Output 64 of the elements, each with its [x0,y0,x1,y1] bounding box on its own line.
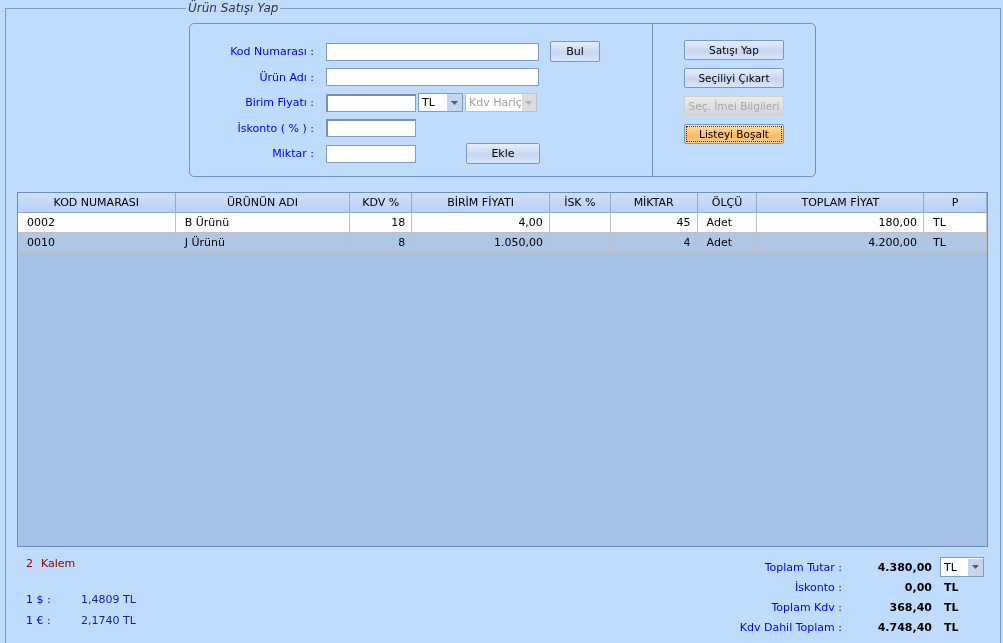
field-label: İskonto ( % ) : [236,121,314,135]
input-field[interactable] [326,93,416,112]
rate-label: 1 $ : [26,593,52,608]
total-label: İskonto : [794,580,842,594]
total-label: Toplam Kdv : [770,600,842,614]
group-title: Ürün Satışı Yap [186,1,281,15]
column-header[interactable]: KDV % [350,193,413,213]
total-value: 4.748,40 [876,620,932,634]
input-field[interactable] [326,42,539,61]
table-cell: TL [924,213,987,233]
rate-value: 2,1740 TL [81,614,136,629]
add-button[interactable]: Ekle [466,143,540,165]
total-value: 368,40 [888,600,932,614]
input-field[interactable] [326,119,416,138]
table-cell: 180,00 [757,213,925,233]
total-currency: TL [943,620,960,634]
column-header[interactable]: BİRİM FİYATI [412,193,550,213]
table-cell: Adet [697,213,758,233]
item-count-label: Kalem [41,557,76,572]
table-cell: 8 [350,233,413,253]
currency-dropdown[interactable]: TL [418,93,463,113]
column-header[interactable]: TOPLAM FİYAT [757,193,925,213]
field-label: Kod Numarası : [229,45,314,59]
table-row[interactable]: 0002 B Ürünü 18 4,00 45 Adet 180,00 TL [18,213,987,233]
total-currency: TL [943,580,960,594]
total-label: Toplam Tutar : [763,560,842,574]
column-header[interactable]: KOD NUMARASI [18,193,176,213]
total-value: 0,00 [903,580,932,594]
field-label: Ürün Adı : [258,70,314,84]
table-cell: 4.200,00 [757,233,925,253]
action-button[interactable]: Listeyi Boşalt [684,124,784,144]
rate-value: 1,4809 TL [81,593,136,608]
column-header[interactable]: ÖLÇÜ [697,193,758,213]
field-label: Birim Fiyatı : [244,96,314,110]
total-currency: TL [943,600,960,614]
table-cell: B Ürünü [175,213,351,233]
table-cell: 18 [350,213,413,233]
table-cell: J Ürünü [175,233,351,253]
column-header[interactable]: P [924,193,987,213]
table-cell: 45 [610,213,698,233]
total-label: Kdv Dahil Toplam : [738,620,842,634]
table-cell: 1.050,00 [412,233,550,253]
action-button[interactable]: Seçiliyi Çıkart [684,68,784,88]
rate-label: 1 € : [26,614,52,629]
input-field[interactable] [326,144,416,163]
currency-dropdown[interactable]: TL [940,557,984,577]
table-cell: 0002 [18,213,176,233]
table-cell [549,233,611,253]
action-button[interactable]: Satışı Yap [684,40,784,60]
table-cell: 4,00 [412,213,550,233]
table-cell: 0010 [18,233,176,253]
field-label: Miktar : [271,147,314,161]
table-row[interactable]: 0010 J Ürünü 8 1.050,00 4 Adet 4.200,00 TL [18,233,987,253]
item-count: 2 [26,557,33,572]
table-cell: Adet [697,233,758,253]
column-header[interactable]: ÜRÜNÜN ADI [175,193,351,213]
column-header[interactable]: İSK % [549,193,611,213]
input-field[interactable] [326,68,539,87]
table-cell: TL [924,233,987,253]
table-cell: 4 [610,233,698,253]
column-header[interactable]: MİKTAR [610,193,698,213]
table-cell [549,213,611,233]
total-value: 4.380,00 [876,560,932,574]
find-button[interactable]: Bul [550,41,600,63]
